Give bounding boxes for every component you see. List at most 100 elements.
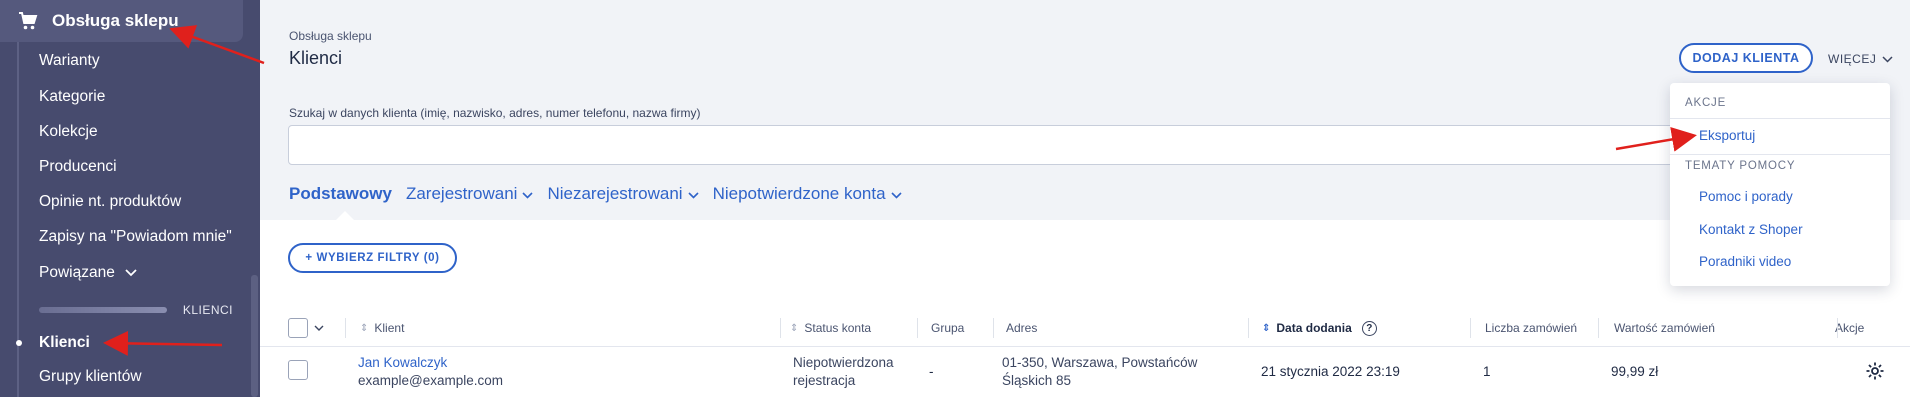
client-name-link[interactable]: Jan Kowalczyk bbox=[358, 354, 503, 372]
sidebar-item-categories[interactable]: Kategorie bbox=[39, 88, 105, 106]
column-label: Wartość zamówień bbox=[1614, 321, 1715, 335]
main-content: Obsługa sklepu Klienci DODAJ KLIENTA WIĘ… bbox=[260, 0, 1910, 397]
client-search-input[interactable] bbox=[288, 125, 1708, 165]
sidebar-item-label: Opinie nt. produktów bbox=[39, 193, 182, 210]
sidebar-item-label: Klienci bbox=[39, 334, 90, 351]
column-order-value: Wartość zamówień bbox=[1614, 309, 1715, 347]
column-group: Grupa bbox=[931, 309, 964, 347]
column-divider bbox=[1837, 318, 1838, 338]
column-address: Adres bbox=[1006, 309, 1037, 347]
sidebar-item-label: Kolekcje bbox=[39, 123, 98, 140]
sidebar-item-producers[interactable]: Producenci bbox=[39, 158, 117, 176]
chevron-down-icon bbox=[522, 184, 534, 204]
status-text: Niepotwierdzona bbox=[793, 355, 894, 370]
column-label: Data dodania bbox=[1276, 321, 1352, 335]
sidebar-item-related[interactable]: Powiązane bbox=[39, 264, 137, 282]
sidebar-item-product-reviews[interactable]: Opinie nt. produktów bbox=[39, 193, 181, 211]
column-actions: Akcje bbox=[1835, 309, 1864, 347]
sidebar-item-variants[interactable]: Warianty bbox=[39, 52, 100, 70]
chevron-down-icon bbox=[1882, 52, 1893, 66]
tab-unconfirmed[interactable]: Niepotwierdzone konta bbox=[713, 184, 902, 204]
column-label: Grupa bbox=[931, 321, 965, 335]
contact-menu-item[interactable]: Kontakt z Shoper bbox=[1699, 222, 1803, 237]
page-title: Klienci bbox=[289, 48, 343, 68]
orders-cell: 1 bbox=[1483, 364, 1491, 379]
status-text: rejestracja bbox=[793, 373, 856, 388]
date-cell: 21 stycznia 2022 23:19 bbox=[1261, 364, 1400, 379]
video-tutorials-menu-item[interactable]: Poradniki video bbox=[1699, 254, 1791, 269]
sidebar-section-store-service[interactable]: Obsługa sklepu bbox=[0, 0, 243, 42]
help-menu-item[interactable]: Pomoc i porady bbox=[1699, 189, 1793, 204]
column-divider bbox=[1598, 318, 1599, 338]
sort-icon: ⇕ bbox=[790, 322, 799, 334]
sidebar-item-collections[interactable]: Kolekcje bbox=[39, 123, 98, 141]
more-button-label: WIĘCEJ bbox=[1828, 52, 1877, 66]
sidebar-item-clients[interactable]: Klienci bbox=[39, 334, 90, 352]
sidebar-item-label: Kategorie bbox=[39, 88, 106, 105]
sidebar-item-label: Grupy klientów bbox=[39, 368, 142, 385]
tab-label: Niezarejestrowani bbox=[547, 184, 683, 203]
sidebar-item-label: Zapisy na "Powiadom mnie" bbox=[39, 228, 232, 245]
dropdown-section-help: TEMATY POMOCY bbox=[1685, 160, 1796, 172]
tab-basic[interactable]: Podstawowy bbox=[289, 184, 392, 204]
group-cell: - bbox=[929, 364, 934, 379]
add-client-button[interactable]: DODAJ KLIENTA bbox=[1679, 43, 1813, 73]
column-label: Akcje bbox=[1835, 321, 1865, 335]
group-divider bbox=[39, 307, 167, 313]
address-cell: 01-350, Warszawa, Powstańców Śląskich 85 bbox=[1002, 354, 1197, 390]
dropdown-section-actions: AKCJE bbox=[1685, 97, 1727, 109]
choose-filters-button[interactable]: + WYBIERZ FILTRY (0) bbox=[288, 243, 457, 273]
sidebar-item-label: Powiązane bbox=[39, 264, 115, 281]
chevron-down-icon bbox=[890, 184, 902, 204]
column-label: Status konta bbox=[804, 321, 872, 335]
sidebar-item-label: Producenci bbox=[39, 158, 117, 175]
column-divider bbox=[1470, 318, 1471, 338]
value-cell: 99,99 zł bbox=[1611, 364, 1659, 379]
column-divider bbox=[1248, 318, 1249, 338]
chevron-down-icon bbox=[688, 184, 699, 204]
sidebar-item-client-groups[interactable]: Grupy klientów bbox=[39, 368, 142, 386]
sidebar-scrollbar[interactable] bbox=[251, 275, 258, 397]
column-status[interactable]: ⇕ Status konta bbox=[790, 309, 871, 347]
breadcrumb[interactable]: Obsługa sklepu bbox=[289, 29, 372, 43]
tab-registered[interactable]: Zarejestrowani bbox=[406, 184, 534, 204]
sidebar-item-label: Warianty bbox=[39, 52, 100, 69]
export-menu-item[interactable]: Eksportuj bbox=[1699, 128, 1755, 143]
column-date-added[interactable]: ⇕ Data dodania ? bbox=[1262, 309, 1377, 347]
row-checkbox[interactable] bbox=[288, 360, 308, 380]
select-all-checkbox[interactable] bbox=[288, 318, 308, 338]
address-text: Śląskich 85 bbox=[1002, 373, 1072, 388]
column-label: Klient bbox=[374, 321, 405, 335]
client-cell: Jan Kowalczyk example@example.com bbox=[358, 354, 503, 390]
tab-label: Zarejestrowani bbox=[405, 184, 518, 203]
client-email: example@example.com bbox=[358, 373, 504, 388]
gear-icon[interactable] bbox=[1865, 361, 1885, 381]
column-divider bbox=[993, 318, 994, 338]
dropdown-divider bbox=[1670, 118, 1890, 119]
column-order-count: Liczba zamówień bbox=[1485, 309, 1577, 347]
more-button[interactable]: WIĘCEJ bbox=[1828, 52, 1893, 66]
tab-unregistered[interactable]: Niezarejestrowani bbox=[547, 184, 699, 204]
help-icon[interactable]: ? bbox=[1361, 320, 1377, 336]
active-tab-pointer bbox=[336, 211, 354, 220]
sidebar: Obsługa sklepu Warianty Kategorie Kolekc… bbox=[0, 0, 260, 397]
sidebar-group-clients: KLIENCI bbox=[39, 303, 233, 317]
chevron-down-icon[interactable] bbox=[314, 325, 324, 331]
group-label: KLIENCI bbox=[182, 303, 233, 317]
chevron-down-icon bbox=[125, 269, 137, 277]
column-client[interactable]: ⇕ Klient bbox=[360, 309, 404, 347]
table-header: ⇕ Klient ⇕ Status konta Grupa Adres ⇕ Data… bbox=[260, 309, 1910, 347]
status-cell: Niepotwierdzona rejestracja bbox=[793, 354, 894, 390]
select-all-control[interactable] bbox=[288, 309, 324, 347]
cart-icon bbox=[18, 12, 38, 30]
tab-label: Podstawowy bbox=[289, 184, 392, 203]
sidebar-item-notify-me[interactable]: Zapisy na "Powiadom mnie" bbox=[39, 228, 232, 246]
sort-icon: ⇕ bbox=[360, 322, 369, 334]
sidebar-section-label: Obsługa sklepu bbox=[52, 11, 179, 30]
filter-tabs: Podstawowy Zarejestrowani Niezarejestrow… bbox=[289, 184, 902, 204]
sort-icon: ⇕ bbox=[1262, 322, 1271, 334]
column-divider bbox=[780, 318, 781, 338]
active-bullet-icon bbox=[16, 340, 22, 346]
table-row: Jan Kowalczyk example@example.com Niepot… bbox=[260, 348, 1910, 397]
column-divider bbox=[917, 318, 918, 338]
